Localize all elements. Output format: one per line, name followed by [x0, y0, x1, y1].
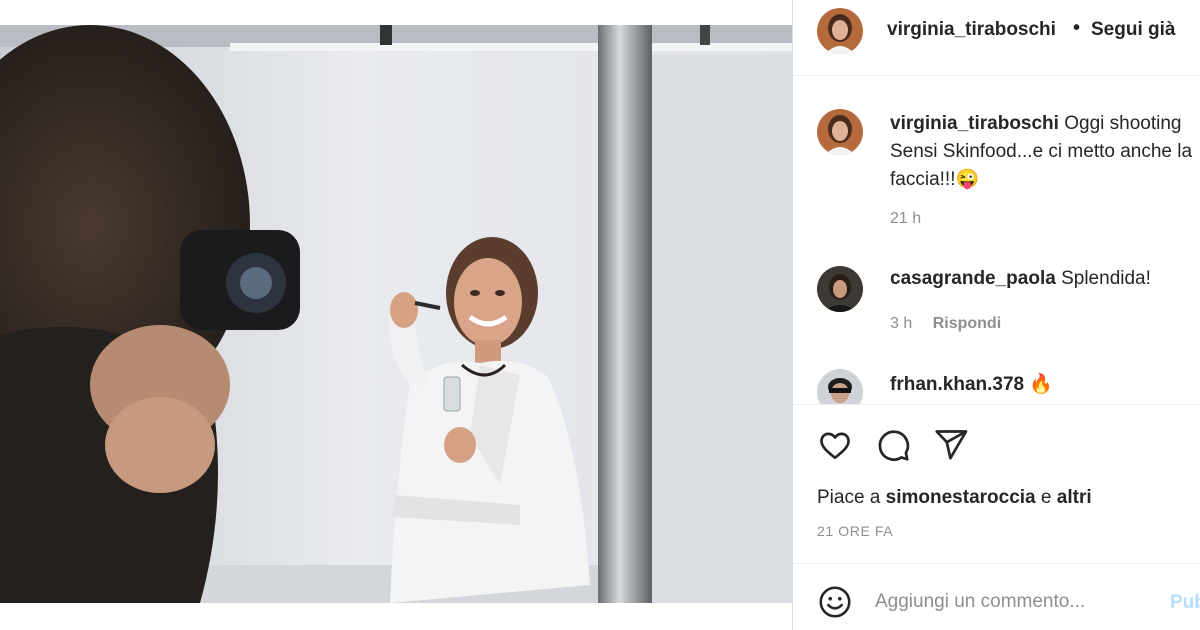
caption-timestamp[interactable]: 21 h — [890, 210, 921, 228]
liker-username-link[interactable]: simonestaroccia — [886, 487, 1036, 508]
caption-author-avatar[interactable] — [817, 109, 863, 155]
reply-button[interactable]: Rispondi — [933, 315, 1001, 332]
comment-body: 🔥 — [1029, 374, 1054, 395]
following-button[interactable]: Segui già — [1091, 19, 1175, 41]
author-avatar[interactable] — [817, 8, 863, 54]
post-header: virginia_tiraboschi • Segui già — [793, 0, 1200, 76]
likes-conjunction: e — [1040, 487, 1052, 508]
commenter-avatar-image — [817, 369, 863, 404]
post-photo[interactable] — [0, 25, 792, 603]
comment-username-link[interactable]: frhan.khan.378 — [890, 374, 1024, 395]
post-caption: virginia_tiraboschi Oggi shooting Sensi … — [890, 110, 1200, 194]
commenter-avatar-image — [817, 266, 863, 312]
post-side-panel: virginia_tiraboschi • Segui già virginia… — [792, 0, 1200, 630]
post-actions: Piace a simonestaroccia e altri 21 ORE F… — [793, 404, 1200, 564]
comment-meta: 3 h Rispondi — [890, 315, 1001, 333]
post-timestamp[interactable]: 21 ORE FA — [817, 523, 893, 539]
smiley-icon[interactable] — [817, 584, 853, 620]
comment-body: Splendida! — [1061, 268, 1151, 289]
header-separator: • — [1073, 17, 1081, 39]
publish-button[interactable]: Pubblica — [1170, 592, 1200, 614]
comment-item: casagrande_paola Splendida! — [890, 268, 1151, 290]
comment-username-link[interactable]: casagrande_paola — [890, 268, 1056, 289]
likes-summary: Piace a simonestaroccia e altri — [817, 487, 1092, 509]
commenter-avatar[interactable] — [817, 266, 863, 312]
likes-prefix: Piace a — [817, 487, 881, 508]
author-username-link[interactable]: virginia_tiraboschi — [887, 19, 1056, 41]
photo-strip — [0, 0, 792, 630]
speech-bubble-icon[interactable] — [875, 427, 911, 463]
author-avatar-image — [817, 8, 863, 54]
post-photo-illustration — [0, 25, 792, 603]
commenter-avatar[interactable] — [817, 369, 863, 404]
comment-input[interactable] — [875, 585, 1155, 619]
caption-avatar-image — [817, 109, 863, 155]
likes-others-link[interactable]: altri — [1057, 487, 1092, 508]
heart-icon[interactable] — [817, 427, 853, 463]
comment-timestamp[interactable]: 3 h — [890, 315, 912, 332]
paper-plane-icon[interactable] — [933, 427, 969, 463]
comments-list[interactable]: virginia_tiraboschi Oggi shooting Sensi … — [793, 77, 1200, 404]
comment-item: frhan.khan.378 🔥 — [890, 372, 1053, 396]
add-comment-bar: Pubblica — [793, 565, 1200, 630]
caption-username-link[interactable]: virginia_tiraboschi — [890, 113, 1059, 134]
